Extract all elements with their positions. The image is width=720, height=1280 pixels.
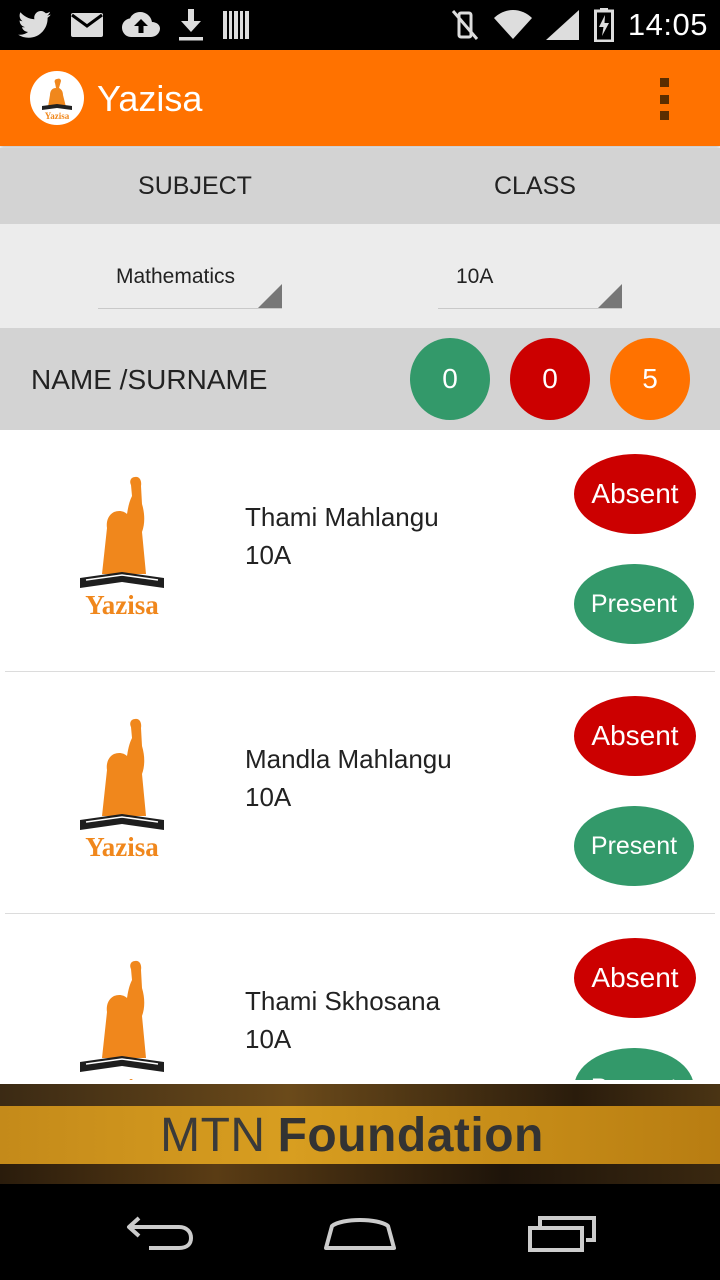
class-dropdown-value: 10A	[456, 265, 494, 288]
student-list[interactable]: Yazisa Thami Mahlangu 10A Absent Present…	[0, 430, 720, 1080]
navigation-bar	[0, 1184, 720, 1280]
absent-button[interactable]: Absent	[574, 938, 696, 1018]
banner-text: MTN Foundation	[0, 1106, 720, 1164]
student-name: Mandla Mahlangu	[245, 744, 452, 774]
app-title: Yazisa	[97, 78, 203, 119]
list-header-title: NAME /SURNAME	[31, 364, 268, 395]
wifi-icon	[493, 10, 532, 40]
filter-tabs: SUBJECT CLASS	[0, 148, 720, 224]
list-item[interactable]: Yazisa Thami Mahlangu 10A Absent Present	[0, 430, 720, 672]
app-logo[interactable]: Yazisa	[30, 71, 84, 125]
total-count-badge: 5	[610, 338, 690, 420]
present-count-badge: 0	[410, 338, 490, 420]
overflow-menu-icon[interactable]	[654, 78, 674, 120]
notification-icons	[18, 8, 250, 42]
student-name: Thami Skhosana	[245, 986, 441, 1016]
dropdown-arrow-icon	[258, 284, 282, 308]
avatar-logo-text: Yazisa	[85, 590, 159, 620]
recents-icon[interactable]	[512, 1206, 612, 1258]
download-icon	[178, 9, 204, 41]
student-class: 10A	[245, 782, 292, 812]
menu-dot	[659, 78, 669, 87]
student-name: Thami Mahlangu	[245, 502, 439, 532]
present-button[interactable]: Present	[574, 806, 694, 886]
tab-class[interactable]: CLASS	[365, 148, 705, 224]
present-button[interactable]: Present	[574, 564, 694, 644]
list-item[interactable]: Yazisa Mandla Mahlangu 10A Absent Presen…	[0, 672, 720, 914]
signal-icon	[545, 9, 580, 41]
cloud-upload-icon	[122, 11, 160, 39]
class-dropdown[interactable]: 10A	[438, 259, 622, 309]
present-button[interactable]: Present	[574, 1048, 694, 1080]
banner-text-bold: Foundation	[277, 1108, 544, 1162]
gmail-icon	[70, 12, 104, 38]
avatar-logo-text: Yazisa	[85, 832, 159, 862]
student-avatar: Yazisa	[68, 958, 176, 1080]
vibrate-off-icon	[450, 9, 480, 41]
barcode-icon	[222, 10, 250, 40]
app-bar: Yazisa Yazisa	[0, 50, 720, 146]
avatar-logo-text: Yazisa	[85, 1074, 159, 1080]
list-header: NAME /SURNAME 0 0 5	[0, 328, 720, 430]
student-avatar: Yazisa	[68, 474, 176, 624]
subject-dropdown-value: Mathematics	[116, 265, 236, 288]
ad-banner[interactable]: MTN Foundation	[0, 1084, 720, 1184]
app-screen: 14:05 Yazisa Yazisa SUBJECT CLASS Mathem…	[0, 0, 720, 1280]
filter-selectors: Mathematics 10A	[0, 224, 720, 328]
home-icon[interactable]	[310, 1206, 410, 1258]
absent-count-badge: 0	[510, 338, 590, 420]
status-bar: 14:05	[0, 0, 720, 50]
banner-background	[0, 1084, 720, 1106]
back-icon[interactable]	[110, 1206, 210, 1258]
battery-charging-icon	[593, 8, 614, 42]
student-class: 10A	[245, 1024, 292, 1054]
system-icons: 14:05	[450, 7, 708, 42]
absent-button[interactable]: Absent	[574, 696, 696, 776]
clock: 14:05	[627, 7, 708, 42]
student-avatar: Yazisa	[68, 716, 176, 866]
banner-background	[0, 1164, 720, 1184]
list-item[interactable]: Yazisa Thami Skhosana 10A Absent Present	[0, 914, 720, 1080]
svg-text:Yazisa: Yazisa	[45, 111, 70, 121]
absent-button[interactable]: Absent	[574, 454, 696, 534]
banner-text-regular: MTN	[160, 1108, 266, 1162]
student-class: 10A	[245, 540, 292, 570]
subject-dropdown[interactable]: Mathematics	[98, 259, 282, 309]
twitter-icon	[18, 11, 52, 39]
dropdown-arrow-icon	[598, 284, 622, 308]
menu-dot	[659, 94, 669, 104]
menu-dot	[659, 111, 669, 120]
tab-subject[interactable]: SUBJECT	[25, 148, 365, 224]
